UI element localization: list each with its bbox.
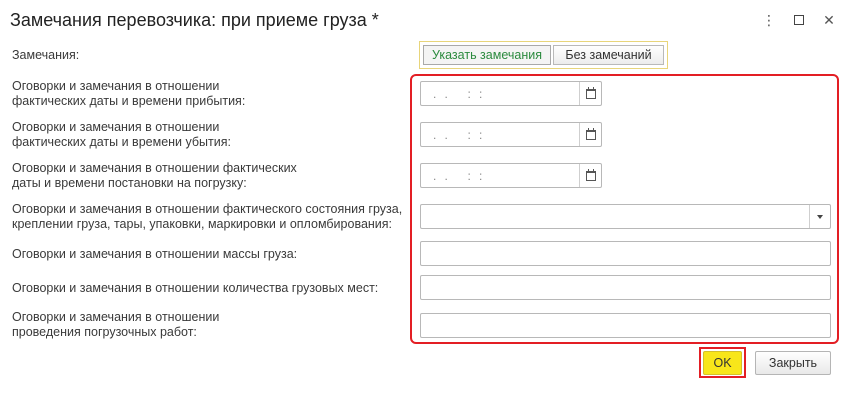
close-button[interactable]: Закрыть [755,351,831,375]
arrival-datetime-value: . . : : [433,87,483,101]
more-options-icon[interactable]: ⋮ [760,11,778,29]
loading-works-label: Оговорки и замечания в отношении проведе… [12,310,220,339]
cargo-places-input[interactable] [420,275,831,300]
calendar-icon[interactable] [579,123,601,146]
remarks-toggle: Указать замечания Без замечаний [419,41,668,69]
cargo-condition-select[interactable] [420,204,831,229]
departure-datetime-label: Оговорки и замечания в отношении фактиче… [12,120,231,149]
departure-datetime-input[interactable]: . . : : [420,122,602,147]
remarks-label: Замечания: [12,48,80,62]
cargo-places-label: Оговорки и замечания в отношении количес… [12,281,379,295]
cargo-condition-label: Оговорки и замечания в отношении фактиче… [12,202,403,231]
window-title: Замечания перевозчика: при приеме груза … [10,10,379,30]
close-icon[interactable]: ✕ [820,11,838,29]
maximize-icon[interactable] [790,11,808,29]
ok-button[interactable]: OK [703,351,742,375]
loading-datetime-label: Оговорки и замечания в отношении фактиче… [12,161,297,190]
calendar-icon[interactable] [579,82,601,105]
loading-datetime-input[interactable]: . . : : [420,163,602,188]
chevron-down-icon[interactable] [809,205,830,228]
cargo-weight-label: Оговорки и замечания в отношении массы г… [12,247,298,261]
cargo-weight-input[interactable] [420,241,831,266]
loading-datetime-value: . . : : [433,169,483,183]
loading-works-input[interactable] [420,313,831,338]
arrival-datetime-input[interactable]: . . : : [420,81,602,106]
departure-datetime-value: . . : : [433,128,483,142]
no-remarks-button[interactable]: Без замечаний [553,45,664,65]
specify-remarks-button[interactable]: Указать замечания [423,45,551,65]
arrival-datetime-label: Оговорки и замечания в отношении фактиче… [12,79,246,108]
calendar-icon[interactable] [579,164,601,187]
